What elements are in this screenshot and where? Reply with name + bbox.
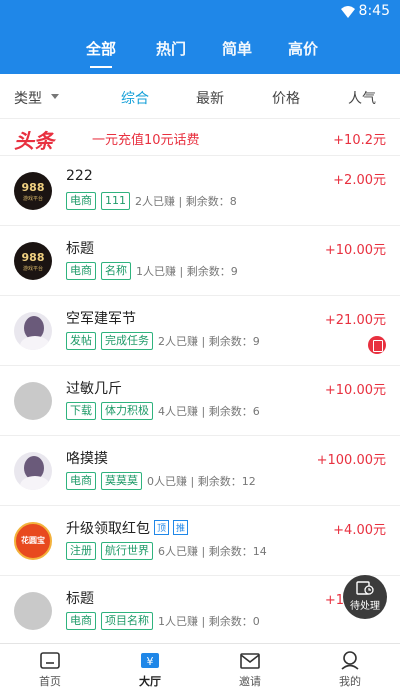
svg-text:¥: ¥ (147, 655, 154, 668)
avatar (14, 592, 52, 630)
user-icon (341, 651, 359, 670)
avatar (14, 452, 52, 490)
avatar: 988 游戏平台 (14, 242, 52, 280)
avatar-logo-text: 988 (21, 181, 45, 194)
tab-simple[interactable]: 简单 (222, 38, 252, 59)
task-title-text: 升级领取红包 (66, 521, 150, 537)
task-category-tag: 电商 (66, 192, 96, 210)
task-stats: 2人已赚 | 剩余数：9 (158, 335, 260, 348)
task-row[interactable]: 标题 +10.00元 电商 项目名称 1人已赚 | 剩余数：0 (0, 576, 400, 646)
task-reward: +10.00元 (324, 243, 386, 258)
pending-label: 待处理 (350, 601, 380, 612)
headline-amount: +10.2元 (333, 133, 386, 148)
task-category-tag: 发帖 (66, 332, 96, 350)
task-stats: 0人已赚 | 剩余数：12 (147, 475, 256, 488)
headline-logo: 头条 (14, 129, 54, 153)
task-title: 咯摸摸 (66, 451, 108, 467)
task-name-tag: 完成任务 (101, 332, 153, 350)
avatar-logo-subtext: 游戏平台 (22, 196, 43, 202)
avatar: 花圆宝 (14, 522, 52, 560)
task-stats: 1人已赚 | 剩余数：0 (158, 615, 260, 628)
wifi-icon (341, 6, 355, 18)
task-reward: +100.00元 (316, 453, 386, 468)
task-title: 标题 (66, 241, 94, 257)
task-name-tag: 项目名称 (101, 612, 153, 630)
tab-all[interactable]: 全部 (86, 38, 116, 68)
sort-comprehensive[interactable]: 综合 (121, 88, 149, 108)
nav-home-label: 首页 (39, 675, 61, 688)
task-title: 过敏几斤 (66, 381, 122, 397)
task-name-tag: 111 (101, 192, 130, 210)
task-row[interactable]: 花圆宝 升级领取红包顶推 +4.00元 注册 航行世界 6人已赚 | 剩余数：1… (0, 506, 400, 576)
task-name-tag: 体力积极 (101, 402, 153, 420)
avatar-logo-text: 花圆宝 (21, 536, 45, 545)
task-stats: 6人已赚 | 剩余数：14 (158, 545, 267, 558)
task-row[interactable]: 空军建军节 +21.00元 发帖 完成任务 2人已赚 | 剩余数：9 (0, 296, 400, 366)
gift-icon[interactable] (368, 336, 386, 354)
task-category-tag: 电商 (66, 472, 96, 490)
caret-down-icon[interactable] (51, 94, 59, 99)
sort-popularity[interactable]: 人气 (348, 88, 376, 108)
task-category-tag: 下载 (66, 402, 96, 420)
status-bar: 8:45 (0, 0, 400, 24)
task-reward: +21.00元 (324, 313, 386, 328)
type-filter[interactable]: 类型 (14, 88, 42, 108)
task-category-tag: 注册 (66, 542, 96, 560)
nav-hall-label: 大厅 (139, 675, 161, 688)
task-stats: 1人已赚 | 剩余数：9 (136, 265, 238, 278)
task-title: 升级领取红包顶推 (66, 518, 189, 538)
pending-tasks-button[interactable]: 待处理 (343, 575, 387, 619)
tab-hot[interactable]: 热门 (156, 38, 186, 59)
task-reward: +10.00元 (324, 383, 386, 398)
avatar: 988 游戏平台 (14, 172, 52, 210)
clipboard-clock-icon (356, 581, 374, 595)
task-stats: 2人已赚 | 剩余数：8 (135, 195, 237, 208)
avatar (14, 312, 52, 350)
task-name-tag: 航行世界 (101, 542, 153, 560)
top-tab-bar: 全部 热门 简单 高价 (0, 24, 400, 74)
task-row[interactable]: 988 游戏平台 标题 +10.00元 电商 名称 1人已赚 | 剩余数：9 (0, 226, 400, 296)
task-name-tag: 名称 (101, 262, 131, 280)
task-row[interactable]: 过敏几斤 +10.00元 下载 体力积极 4人已赚 | 剩余数：6 (0, 366, 400, 436)
envelope-icon (240, 653, 260, 669)
task-name-tag: 莫莫莫 (101, 472, 142, 490)
sort-latest[interactable]: 最新 (196, 88, 224, 108)
pin-top-badge: 顶 (154, 520, 170, 535)
avatar-logo-text: 988 (21, 251, 45, 264)
nav-mine-label: 我的 (339, 675, 361, 688)
task-title: 标题 (66, 591, 94, 607)
sort-price[interactable]: 价格 (272, 88, 300, 108)
nav-invite-label: 邀请 (239, 675, 261, 688)
yen-icon: ¥ (141, 653, 159, 668)
headline-banner[interactable]: 头条 一元充值10元话费 +10.2元 (0, 119, 400, 156)
task-row[interactable]: 988 游戏平台 222 +2.00元 电商 111 2人已赚 | 剩余数：8 (0, 156, 400, 226)
task-reward: +4.00元 (333, 523, 386, 538)
status-time: 8:45 (358, 3, 390, 19)
task-title: 空军建军节 (66, 311, 136, 327)
avatar (14, 382, 52, 420)
task-list: 988 游戏平台 222 +2.00元 电商 111 2人已赚 | 剩余数：8 9… (0, 156, 400, 646)
task-category-tag: 电商 (66, 612, 96, 630)
headline-text[interactable]: 一元充值10元话费 (92, 129, 200, 148)
task-category-tag: 电商 (66, 262, 96, 280)
filter-bar: 类型 综合 最新 价格 人气 (0, 74, 400, 119)
bottom-nav: 首页 ¥ 大厅 邀请 我的 (0, 643, 400, 690)
tab-high-price[interactable]: 高价 (288, 38, 318, 59)
home-icon (40, 652, 60, 669)
task-stats: 4人已赚 | 剩余数：6 (158, 405, 260, 418)
task-row[interactable]: 咯摸摸 +100.00元 电商 莫莫莫 0人已赚 | 剩余数：12 (0, 436, 400, 506)
avatar-logo-subtext: 游戏平台 (22, 266, 43, 272)
recommend-badge: 推 (173, 520, 189, 535)
task-reward: +2.00元 (333, 173, 386, 188)
task-title: 222 (66, 168, 93, 184)
